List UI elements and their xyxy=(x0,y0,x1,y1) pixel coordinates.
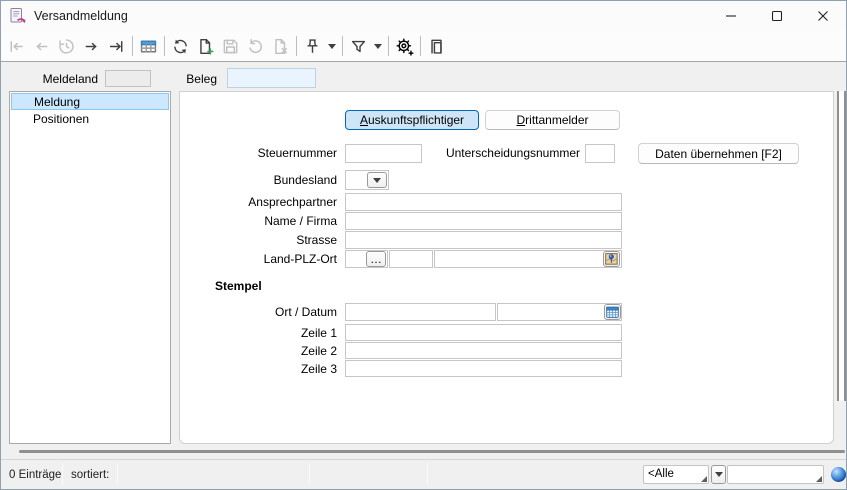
vertical-scrollbar[interactable] xyxy=(837,91,846,401)
map-pin-icon[interactable] xyxy=(603,251,620,267)
zeile1-label: Zeile 1 xyxy=(180,324,337,342)
zeile1-input[interactable] xyxy=(345,324,622,341)
settings-add-icon[interactable] xyxy=(392,34,417,58)
unterscheidungsnummer-label: Unterscheidungsnummer xyxy=(440,144,580,162)
filter-dropdown-icon[interactable] xyxy=(371,34,385,58)
steuernummer-input[interactable] xyxy=(345,144,422,163)
toolbar xyxy=(1,31,846,62)
horizontal-scrollbar[interactable] xyxy=(19,450,845,453)
bundesland-label: Bundesland xyxy=(180,171,337,189)
auskunftspflichtiger-button[interactable]: Auskunftspflichtiger xyxy=(345,110,479,130)
calendar-icon[interactable] xyxy=(604,304,621,320)
sidebar-item-meldung[interactable]: Meldung xyxy=(11,93,169,110)
next-record-icon[interactable] xyxy=(79,34,104,58)
unterscheidungsnummer-input[interactable] xyxy=(585,144,615,163)
toolbar-separator xyxy=(296,36,297,56)
toolbar-separator xyxy=(132,36,133,56)
globe-icon[interactable] xyxy=(831,467,846,482)
sidebar-list: Meldung Positionen xyxy=(9,91,171,444)
document-send-icon xyxy=(9,7,27,25)
delete-record-icon[interactable] xyxy=(268,34,293,58)
minimize-button[interactable] xyxy=(708,1,754,31)
strasse-label: Strasse xyxy=(180,231,337,249)
app-window: Versandmeldung xyxy=(0,0,847,490)
quick-search-field[interactable] xyxy=(727,465,824,484)
filter-icon[interactable] xyxy=(346,34,371,58)
first-record-icon[interactable] xyxy=(4,34,29,58)
sidebar-item-positionen[interactable]: Positionen xyxy=(11,111,169,128)
land-plz-ort-label: Land-PLZ-Ort xyxy=(180,250,337,268)
strasse-input[interactable] xyxy=(345,231,622,249)
stempel-section-header: Stempel xyxy=(215,279,262,293)
chevron-down-icon xyxy=(715,472,723,477)
zeile2-label: Zeile 2 xyxy=(180,342,337,360)
maximize-button[interactable] xyxy=(754,1,800,31)
undo-icon[interactable] xyxy=(243,34,268,58)
close-button[interactable] xyxy=(800,1,846,31)
meldeland-input[interactable] xyxy=(105,70,151,87)
statusbar-separator xyxy=(117,463,118,485)
window-controls xyxy=(708,1,846,31)
toolbar-separator xyxy=(388,36,389,56)
history-undo-icon[interactable] xyxy=(54,34,79,58)
window-title: Versandmeldung xyxy=(34,9,128,23)
new-record-icon[interactable] xyxy=(193,34,218,58)
exit-door-icon[interactable] xyxy=(424,34,449,58)
sorted-label: sortiert: xyxy=(71,469,109,481)
titlebar: Versandmeldung xyxy=(1,1,846,31)
toolbar-separator xyxy=(420,36,421,56)
plz-input[interactable] xyxy=(389,250,433,268)
ort-input[interactable] xyxy=(434,250,622,268)
save-icon[interactable] xyxy=(218,34,243,58)
name-firma-input[interactable] xyxy=(345,212,622,230)
name-firma-label: Name / Firma xyxy=(180,212,337,230)
meldeland-label: Meldeland xyxy=(21,71,98,88)
stempel-ort-input[interactable] xyxy=(345,303,496,321)
ansprechpartner-input[interactable] xyxy=(345,193,622,211)
zeile3-label: Zeile 3 xyxy=(180,360,337,378)
pin-dropdown-icon[interactable] xyxy=(325,34,339,58)
daten-uebernehmen-button[interactable]: Daten übernehmen [F2] xyxy=(638,143,799,164)
bundesland-dropdown-button[interactable] xyxy=(367,172,387,188)
field-selector-combo[interactable]: <Alle Felder> xyxy=(643,465,709,484)
statusbar-separator xyxy=(309,463,310,485)
last-record-icon[interactable] xyxy=(104,34,129,58)
table-view-icon[interactable] xyxy=(136,34,161,58)
ort-datum-label: Ort / Datum xyxy=(180,303,337,321)
steuernummer-label: Steuernummer xyxy=(180,144,337,162)
field-selector-dropdown-button[interactable] xyxy=(711,465,726,484)
main-form-panel: Auskunftspflichtiger Drittanmelder Steue… xyxy=(179,91,834,444)
statusbar-separator xyxy=(427,463,428,485)
pin-icon[interactable] xyxy=(300,34,325,58)
ansprechpartner-label: Ansprechpartner xyxy=(180,193,337,211)
previous-record-icon[interactable] xyxy=(29,34,54,58)
statusbar-separator xyxy=(62,463,63,485)
chevron-down-icon xyxy=(373,178,381,183)
beleg-label: Beleg xyxy=(157,71,217,88)
land-browse-button[interactable]: … xyxy=(366,251,386,267)
refresh-icon[interactable] xyxy=(168,34,193,58)
statusbar: 0 Einträge sortiert: <Alle Felder> xyxy=(1,459,846,489)
zeile2-input[interactable] xyxy=(345,342,622,359)
zeile3-input[interactable] xyxy=(345,360,622,377)
beleg-input[interactable] xyxy=(227,68,316,88)
toolbar-separator xyxy=(164,36,165,56)
drittanmelder-button[interactable]: Drittanmelder xyxy=(485,110,620,130)
entries-count: 0 Einträge xyxy=(9,469,61,481)
toolbar-separator xyxy=(342,36,343,56)
